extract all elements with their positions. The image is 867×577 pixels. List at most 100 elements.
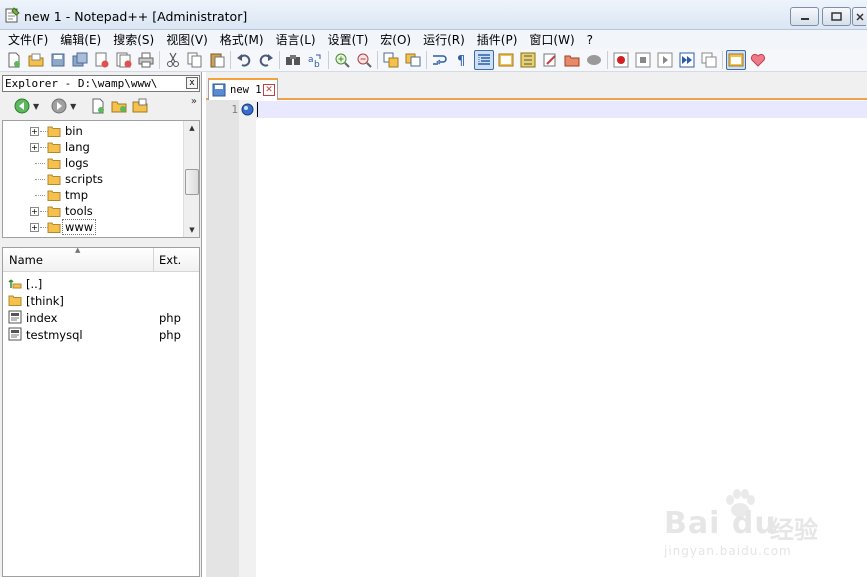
new-folder-button[interactable] bbox=[109, 96, 129, 116]
user-language-button[interactable] bbox=[496, 50, 516, 70]
cut-button[interactable] bbox=[163, 50, 183, 70]
save-all-button[interactable] bbox=[70, 50, 90, 70]
toolbar-separator bbox=[279, 51, 280, 69]
maximize-button[interactable] bbox=[822, 7, 851, 26]
folder-as-workspace-button[interactable] bbox=[540, 50, 560, 70]
favorites-icon bbox=[750, 53, 766, 67]
open-file-button[interactable] bbox=[26, 50, 46, 70]
cut-icon bbox=[167, 52, 179, 67]
back-button[interactable] bbox=[12, 96, 32, 116]
zoom-in-icon bbox=[335, 53, 350, 68]
menu-run[interactable]: 运行(R) bbox=[417, 31, 471, 48]
scroll-up-icon[interactable]: ▲ bbox=[184, 121, 199, 135]
php-file-icon bbox=[8, 327, 22, 341]
print-button[interactable] bbox=[136, 50, 156, 70]
monitoring-button[interactable] bbox=[584, 50, 604, 70]
menu-file[interactable]: 文件(F) bbox=[0, 31, 54, 48]
sync-horizontal-button[interactable] bbox=[403, 50, 423, 70]
forward-button[interactable] bbox=[49, 96, 69, 116]
sync-vertical-button[interactable] bbox=[381, 50, 401, 70]
save-button[interactable] bbox=[48, 50, 68, 70]
find-button[interactable] bbox=[283, 50, 303, 70]
menu-settings[interactable]: 设置(T) bbox=[322, 31, 375, 48]
menu-macro[interactable]: 宏(O) bbox=[374, 31, 417, 48]
tree-scrollbar[interactable]: ▲ ▼ bbox=[183, 121, 199, 237]
record-macro-button[interactable] bbox=[611, 50, 631, 70]
file-list-header: ▲ Name Ext. bbox=[3, 246, 199, 272]
play-macro-button[interactable] bbox=[655, 50, 675, 70]
show-all-chars-button[interactable]: ¶ bbox=[452, 50, 472, 70]
menu-help[interactable]: ? bbox=[581, 33, 599, 47]
paste-button[interactable] bbox=[207, 50, 227, 70]
forward-dropdown-icon[interactable]: ▼ bbox=[70, 102, 76, 111]
current-line-highlight bbox=[256, 101, 867, 118]
file-ext: php bbox=[159, 328, 181, 342]
save-icon bbox=[51, 53, 65, 67]
run-macro-button[interactable] bbox=[677, 50, 697, 70]
list-item[interactable]: testmysql php bbox=[3, 326, 199, 343]
expand-icon[interactable]: + bbox=[30, 223, 39, 232]
tab-label: new 1 bbox=[230, 84, 262, 96]
scroll-thumb[interactable] bbox=[185, 169, 199, 195]
indent-guide-button[interactable] bbox=[474, 50, 494, 70]
folder-icon bbox=[47, 206, 61, 217]
expand-icon[interactable]: + bbox=[30, 143, 39, 152]
close-all-button[interactable] bbox=[114, 50, 134, 70]
back-arrow-icon bbox=[14, 98, 30, 114]
toolbar-separator bbox=[722, 51, 723, 69]
menu-plugins[interactable]: 插件(P) bbox=[471, 31, 524, 48]
document-map-button[interactable] bbox=[562, 50, 582, 70]
list-item[interactable]: [..] bbox=[3, 275, 199, 292]
menu-search[interactable]: 搜索(S) bbox=[107, 31, 160, 48]
replace-button[interactable]: ab bbox=[305, 50, 325, 70]
column-name[interactable]: Name bbox=[9, 253, 43, 267]
stop-macro-button[interactable] bbox=[633, 50, 653, 70]
expand-icon[interactable]: + bbox=[30, 207, 39, 216]
zoom-in-button[interactable] bbox=[332, 50, 352, 70]
baidu-watermark: Bai du 经验 jingyan.baidu.com bbox=[658, 488, 858, 568]
copy-button[interactable] bbox=[185, 50, 205, 70]
close-icon bbox=[855, 12, 864, 21]
menu-window[interactable]: 窗口(W) bbox=[523, 31, 580, 48]
menu-view[interactable]: 视图(V) bbox=[160, 31, 214, 48]
zoom-out-button[interactable] bbox=[354, 50, 374, 70]
symbol-margin[interactable] bbox=[239, 100, 256, 577]
folder-icon bbox=[47, 142, 61, 153]
parent-folder-icon bbox=[8, 279, 22, 289]
new-file-icon bbox=[92, 98, 105, 114]
redo-button[interactable] bbox=[256, 50, 276, 70]
menu-edit[interactable]: 编辑(E) bbox=[54, 31, 107, 48]
scroll-down-icon[interactable]: ▼ bbox=[184, 223, 199, 237]
menu-language[interactable]: 语言(L) bbox=[270, 31, 322, 48]
menu-format[interactable]: 格式(M) bbox=[214, 31, 270, 48]
back-dropdown-icon[interactable]: ▼ bbox=[33, 102, 39, 111]
favorites-button[interactable] bbox=[748, 50, 768, 70]
minimize-button[interactable] bbox=[790, 7, 819, 26]
explorer-button[interactable] bbox=[726, 50, 746, 70]
new-file-explorer-button[interactable] bbox=[88, 96, 108, 116]
list-item[interactable]: [think] bbox=[3, 292, 199, 309]
stop-macro-icon bbox=[635, 52, 651, 68]
folder-icon bbox=[47, 222, 61, 233]
explorer-more-icon[interactable]: » bbox=[191, 96, 197, 107]
undo-button[interactable] bbox=[234, 50, 254, 70]
word-wrap-button[interactable] bbox=[430, 50, 450, 70]
toolbar-separator bbox=[328, 51, 329, 69]
close-button-tb[interactable] bbox=[92, 50, 112, 70]
close-button[interactable] bbox=[852, 7, 866, 26]
save-macro-button[interactable] bbox=[699, 50, 719, 70]
new-file-button[interactable] bbox=[4, 50, 24, 70]
tab-close-icon[interactable]: ✕ bbox=[263, 84, 275, 96]
function-list-button[interactable] bbox=[518, 50, 538, 70]
explorer-close-button[interactable]: x bbox=[186, 77, 198, 89]
list-item[interactable]: index php bbox=[3, 309, 199, 326]
expand-icon[interactable]: + bbox=[30, 127, 39, 136]
toolbar-separator bbox=[607, 51, 608, 69]
toolbar-separator bbox=[159, 51, 160, 69]
find-in-files-button[interactable] bbox=[130, 96, 150, 116]
record-macro-icon bbox=[613, 52, 629, 68]
tab-new-1[interactable]: new 1 ✕ bbox=[208, 78, 278, 100]
column-divider[interactable] bbox=[153, 248, 154, 272]
save-all-icon bbox=[72, 52, 88, 67]
column-ext[interactable]: Ext. bbox=[159, 253, 181, 267]
